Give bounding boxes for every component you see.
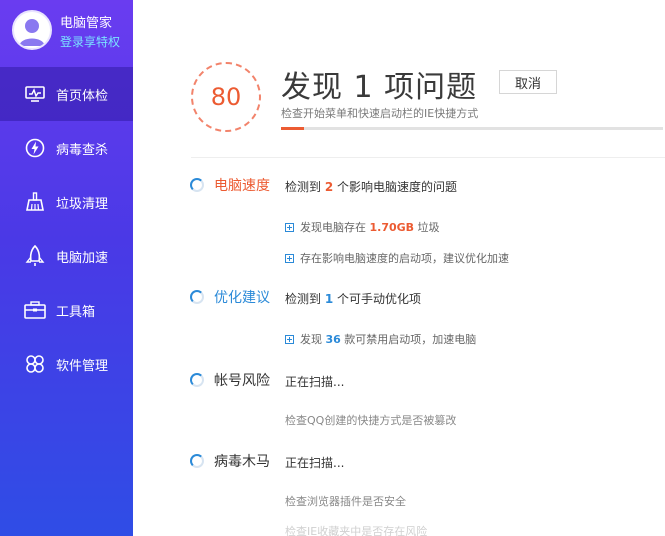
- section-summary-speed: 检测到 2 个影响电脑速度的问题: [285, 178, 457, 195]
- issue-count: 1: [324, 292, 334, 306]
- lightning-icon: [24, 137, 46, 159]
- sidebar-item-checkup[interactable]: 首页体检: [0, 67, 133, 121]
- section-title-speed: 电脑速度: [214, 178, 270, 194]
- broom-icon: [24, 191, 46, 213]
- detail-text: 发现: [300, 333, 326, 346]
- app-name: 电脑管家: [60, 16, 113, 31]
- sidebar-item-virus-scan[interactable]: 病毒查杀: [0, 121, 133, 175]
- expand-icon[interactable]: [285, 223, 294, 232]
- spinner-icon: [190, 454, 204, 468]
- apps-icon: [24, 353, 46, 375]
- issue-count: 2: [324, 180, 334, 194]
- sidebar-item-speedup[interactable]: 电脑加速: [0, 229, 133, 283]
- sidebar-item-toolbox[interactable]: 工具箱: [0, 283, 133, 337]
- monitor-icon: [24, 83, 46, 105]
- summary-text: 检测到: [285, 292, 325, 306]
- junk-size: 1.70GB: [369, 221, 415, 234]
- sidebar-item-label: 垃圾清理: [56, 196, 109, 212]
- summary-text: 检测到: [285, 180, 325, 194]
- cancel-button[interactable]: 取消: [499, 70, 557, 94]
- sidebar-item-label: 工具箱: [56, 304, 96, 320]
- detail-plugin-check: 检查浏览器插件是否安全: [285, 495, 406, 508]
- detail-text: 发现电脑存在: [300, 221, 370, 234]
- startup-count: 36: [325, 333, 341, 346]
- summary-text: 个可手动优化项: [333, 292, 422, 306]
- section-summary-optimize: 检测到 1 个可手动优化项: [285, 290, 421, 307]
- spinner-icon: [190, 290, 204, 304]
- detail-item-startup[interactable]: 存在影响电脑速度的启动项，建议优化加速: [285, 250, 509, 266]
- toolbox-icon: [24, 299, 46, 321]
- detail-item-junk[interactable]: 发现电脑存在 1.70GB 垃圾: [285, 219, 440, 235]
- detail-text: 垃圾: [414, 221, 440, 234]
- sidebar-item-label: 病毒查杀: [56, 142, 109, 158]
- section-status-account: 正在扫描...: [285, 375, 345, 389]
- sidebar-item-label: 软件管理: [56, 358, 109, 374]
- summary-text: 个影响电脑速度的问题: [333, 180, 458, 194]
- user-icon: [19, 19, 45, 46]
- sidebar: 电脑管家 登录享特权 首页体检 病毒查杀 垃圾清理 电脑加速 工具箱 软件管理: [0, 0, 133, 536]
- rocket-icon: [24, 245, 46, 267]
- detail-account-check: 检查QQ创建的快捷方式是否被篡改: [285, 414, 457, 427]
- section-title-account: 帐号风险: [214, 373, 270, 389]
- main-panel: 80 发现 1 项问题 取消 检查开始菜单和快速启动栏的IE快捷方式 电脑速度 …: [133, 0, 665, 536]
- avatar[interactable]: [12, 10, 52, 50]
- sidebar-item-label: 首页体检: [56, 88, 109, 104]
- scan-headline: 发现 1 项问题: [281, 70, 478, 105]
- detail-item-startup-programs[interactable]: 发现 36 款可禁用启动项，加速电脑: [285, 331, 476, 347]
- scan-progress-fill: [281, 127, 304, 130]
- sidebar-item-software[interactable]: 软件管理: [0, 337, 133, 391]
- detail-text: 存在影响电脑速度的启动项，建议优化加速: [300, 252, 509, 265]
- scan-status-text: 检查开始菜单和快速启动栏的IE快捷方式: [281, 107, 479, 120]
- sidebar-item-cleanup[interactable]: 垃圾清理: [0, 175, 133, 229]
- sidebar-item-label: 电脑加速: [56, 250, 109, 266]
- sidebar-nav: 首页体检 病毒查杀 垃圾清理 电脑加速 工具箱 软件管理: [0, 67, 133, 391]
- section-title-virus: 病毒木马: [214, 454, 270, 470]
- detail-text: 款可禁用启动项，加速电脑: [340, 333, 477, 346]
- divider: [191, 157, 665, 158]
- scan-progress-bar: [281, 127, 663, 130]
- health-score: 80: [191, 62, 261, 132]
- expand-icon[interactable]: [285, 254, 294, 263]
- spinner-icon: [190, 178, 204, 192]
- profile-area: 电脑管家 登录享特权: [0, 0, 133, 64]
- spinner-icon: [190, 373, 204, 387]
- detail-favorites-check: 检查IE收藏夹中是否存在风险: [285, 525, 428, 536]
- section-title-optimize: 优化建议: [214, 290, 270, 306]
- expand-icon[interactable]: [285, 335, 294, 344]
- login-link[interactable]: 登录享特权: [60, 33, 120, 50]
- section-status-virus: 正在扫描...: [285, 456, 345, 470]
